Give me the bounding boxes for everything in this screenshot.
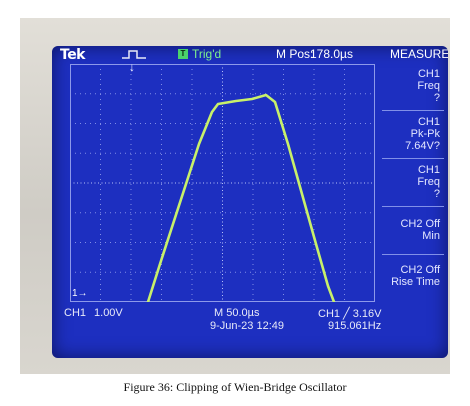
measure-slot-4-type: Min <box>422 230 440 242</box>
measure-menu-title: MEASURE <box>390 47 448 61</box>
measure-slot-2[interactable]: CH1 Pk-Pk 7.64V? <box>378 116 448 152</box>
screen-footer: CH1 1.00V M 50.0µs 9-Jun-23 12:49 CH1 ╱ 3… <box>52 304 448 358</box>
measure-slot-1[interactable]: CH1 Freq ? <box>378 68 448 104</box>
measure-menu: CH1 Freq ? CH1 Pk-Pk 7.64V? CH1 Freq ? C… <box>378 64 448 302</box>
measure-slot-4-channel: CH2 Off <box>400 218 440 230</box>
menu-divider <box>382 206 444 207</box>
measure-slot-3-type: Freq <box>417 176 440 188</box>
frequency-readout: 915.061Hz <box>328 320 382 332</box>
measure-slot-2-channel: CH1 <box>417 116 440 128</box>
screen-header: Tek T Trig'd M Pos: 178.0µs MEASURE <box>52 46 448 64</box>
graticule <box>70 64 375 302</box>
oscilloscope-photo: Tek T Trig'd M Pos: 178.0µs MEASURE ↓ 1→… <box>20 18 450 374</box>
graticule-center-axes <box>70 64 375 302</box>
measure-slot-3[interactable]: CH1 Freq ? <box>378 164 448 200</box>
measure-slot-3-channel: CH1 <box>417 164 440 176</box>
figure-caption: Figure 36: Clipping of Wien-Bridge Oscil… <box>123 380 347 394</box>
measure-slot-4[interactable]: CH2 Off Min <box>378 218 448 242</box>
measure-slot-1-channel: CH1 <box>417 68 440 80</box>
run-pulse-icon <box>122 50 146 59</box>
trigger-position-marker: ↓ <box>129 60 135 74</box>
clipped-waveform-trace <box>146 93 336 302</box>
measure-slot-5-channel: CH2 Off <box>400 264 440 276</box>
measure-slot-1-value: ? <box>433 92 440 104</box>
ch1-ground-marker: 1→ <box>72 288 88 299</box>
position-value: 178.0µs <box>310 47 353 61</box>
trigger-indicator: T <box>178 49 188 59</box>
menu-divider <box>382 254 444 255</box>
brand-logo: Tek <box>60 47 86 63</box>
position-label: M Pos: <box>276 47 314 61</box>
menu-divider <box>382 110 444 111</box>
oscilloscope-screen: Tek T Trig'd M Pos: 178.0µs MEASURE ↓ 1→… <box>52 46 448 358</box>
measure-slot-2-value: 7.64V? <box>405 140 440 152</box>
timebase-readout: M 50.0µs <box>214 307 260 319</box>
trigger-level-readout: CH1 ╱ 3.16V <box>318 308 382 320</box>
channel-label: CH1 <box>64 307 87 319</box>
measure-slot-2-type: Pk-Pk <box>410 128 440 140</box>
measure-slot-5-type: Rise Time <box>391 276 440 288</box>
measure-slot-3-value: ? <box>433 188 440 200</box>
trigger-status: Trig'd <box>192 47 222 61</box>
channel-scale: 1.00V <box>94 307 123 319</box>
measure-slot-1-type: Freq <box>417 80 440 92</box>
ch1-scale-readout: CH1 1.00V <box>64 307 131 319</box>
menu-divider <box>382 158 444 159</box>
date-time-readout: 9-Jun-23 12:49 <box>210 320 284 332</box>
date-readout: 9-Jun-23 <box>210 320 254 332</box>
measure-slot-5[interactable]: CH2 Off Rise Time <box>378 264 448 288</box>
time-readout: 12:49 <box>256 320 285 332</box>
